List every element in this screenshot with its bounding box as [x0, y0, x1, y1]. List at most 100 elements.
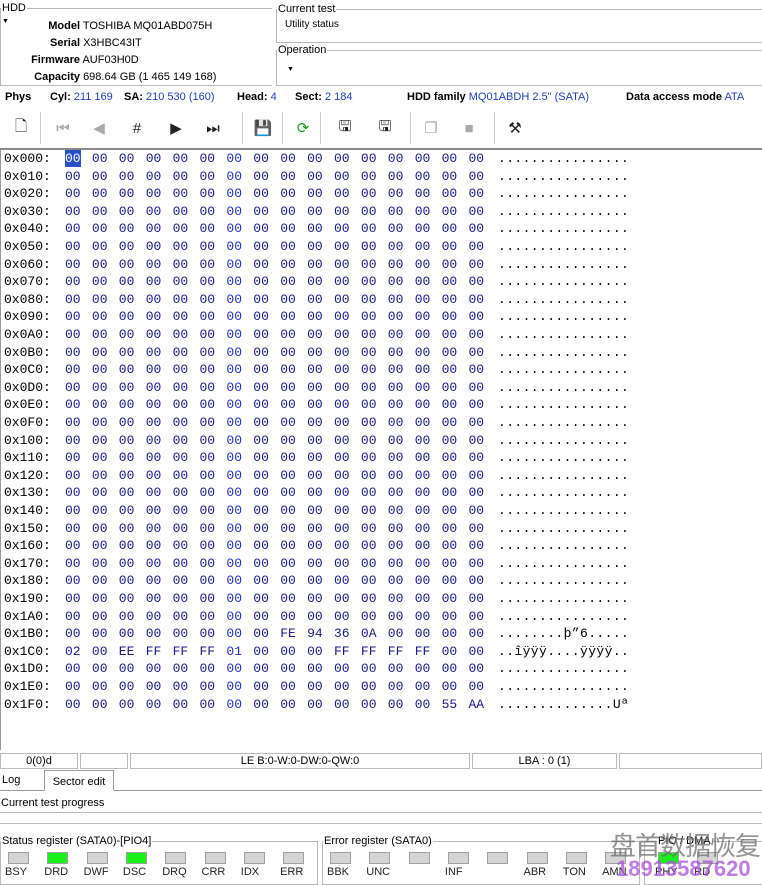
hex-byte[interactable]: 00: [146, 467, 162, 484]
ascii-column[interactable]: ................: [498, 185, 629, 202]
hex-byte[interactable]: 00: [442, 449, 458, 466]
hex-byte[interactable]: 00: [146, 590, 162, 607]
hex-byte[interactable]: 00: [361, 361, 377, 378]
hex-byte[interactable]: 00: [92, 625, 108, 642]
hex-byte[interactable]: 00: [334, 449, 350, 466]
hex-byte[interactable]: 00: [280, 361, 296, 378]
hex-byte[interactable]: 00: [388, 660, 404, 677]
hex-byte[interactable]: 00: [469, 449, 485, 466]
hex-byte[interactable]: 00: [119, 185, 135, 202]
ascii-column[interactable]: ................: [498, 326, 629, 343]
hex-byte[interactable]: 00: [65, 220, 81, 237]
hex-byte[interactable]: 00: [442, 467, 458, 484]
goto-sector-button[interactable]: #: [124, 112, 150, 144]
hex-byte[interactable]: 00: [388, 678, 404, 695]
hex-byte[interactable]: 00: [200, 696, 216, 713]
hex-byte[interactable]: 00: [200, 678, 216, 695]
hex-byte[interactable]: 00: [253, 203, 269, 220]
hex-byte[interactable]: 00: [469, 273, 485, 290]
hex-byte[interactable]: 00: [415, 608, 431, 625]
hex-byte[interactable]: 00: [173, 537, 189, 554]
hex-byte[interactable]: 00: [92, 643, 108, 660]
hex-byte[interactable]: 00: [469, 185, 485, 202]
hex-byte[interactable]: 00: [442, 256, 458, 273]
hex-byte[interactable]: 00: [442, 625, 458, 642]
hex-byte[interactable]: 00: [119, 537, 135, 554]
hex-byte[interactable]: 00: [146, 414, 162, 431]
hex-byte[interactable]: 02: [65, 643, 81, 660]
paste-button[interactable]: ■: [456, 112, 482, 144]
hex-byte[interactable]: 00: [415, 449, 431, 466]
hex-byte[interactable]: 00: [334, 326, 350, 343]
hex-byte[interactable]: 00: [361, 537, 377, 554]
hex-byte[interactable]: 00: [415, 238, 431, 255]
hex-byte[interactable]: 00: [469, 432, 485, 449]
hex-byte[interactable]: 00: [307, 590, 323, 607]
ascii-column[interactable]: ................: [498, 203, 629, 220]
hex-byte[interactable]: 00: [280, 185, 296, 202]
hex-byte[interactable]: 00: [173, 696, 189, 713]
hex-byte[interactable]: 00: [119, 326, 135, 343]
hex-byte[interactable]: 00: [388, 608, 404, 625]
hex-byte[interactable]: 00: [226, 220, 242, 237]
ascii-column[interactable]: ................: [498, 168, 629, 185]
hex-byte[interactable]: 00: [415, 344, 431, 361]
hex-byte[interactable]: 00: [65, 696, 81, 713]
hex-byte[interactable]: 00: [146, 256, 162, 273]
ascii-column[interactable]: ........þ”6.....: [498, 625, 629, 642]
hex-byte[interactable]: 00: [65, 273, 81, 290]
ascii-column[interactable]: ................: [498, 572, 629, 589]
hex-byte[interactable]: 00: [307, 238, 323, 255]
hex-byte[interactable]: 00: [307, 484, 323, 501]
hex-byte[interactable]: 00: [253, 308, 269, 325]
hex-byte[interactable]: 00: [442, 432, 458, 449]
hex-byte[interactable]: 00: [334, 344, 350, 361]
hex-byte[interactable]: 00: [200, 467, 216, 484]
hex-byte[interactable]: 00: [119, 520, 135, 537]
hex-byte[interactable]: 00: [307, 502, 323, 519]
hex-byte[interactable]: 00: [361, 273, 377, 290]
hex-byte[interactable]: 00: [253, 414, 269, 431]
tab-sector-edit[interactable]: Sector edit: [44, 770, 114, 791]
hex-byte[interactable]: 00: [388, 220, 404, 237]
hex-byte[interactable]: 00: [226, 256, 242, 273]
hex-byte[interactable]: 00: [65, 238, 81, 255]
hex-byte[interactable]: 00: [65, 291, 81, 308]
hex-byte[interactable]: 00: [307, 696, 323, 713]
hex-byte[interactable]: 00: [361, 396, 377, 413]
hex-byte[interactable]: 00: [173, 520, 189, 537]
hex-byte[interactable]: 00: [388, 273, 404, 290]
tab-log[interactable]: Log: [2, 772, 42, 790]
hex-byte[interactable]: 00: [415, 520, 431, 537]
hex-byte[interactable]: AA: [469, 696, 485, 713]
hex-byte[interactable]: 00: [469, 590, 485, 607]
hex-byte[interactable]: 00: [253, 396, 269, 413]
hex-byte[interactable]: 00: [119, 256, 135, 273]
hex-byte[interactable]: 00: [146, 520, 162, 537]
copy-button[interactable]: ❐: [418, 112, 444, 144]
hex-byte[interactable]: 00: [442, 308, 458, 325]
hex-byte[interactable]: 00: [334, 168, 350, 185]
hex-byte[interactable]: 00: [65, 256, 81, 273]
ascii-column[interactable]: ................: [498, 537, 629, 554]
hex-byte[interactable]: 00: [307, 449, 323, 466]
hex-byte[interactable]: 00: [280, 344, 296, 361]
hex-byte[interactable]: 00: [361, 220, 377, 237]
hex-byte[interactable]: 00: [334, 256, 350, 273]
hex-byte[interactable]: 00: [334, 379, 350, 396]
hex-byte[interactable]: 00: [92, 660, 108, 677]
hex-byte[interactable]: 00: [388, 467, 404, 484]
hex-byte[interactable]: 00: [92, 344, 108, 361]
hex-byte[interactable]: 00: [146, 150, 162, 167]
hex-byte[interactable]: 00: [226, 291, 242, 308]
ascii-column[interactable]: ................: [498, 555, 629, 572]
hex-byte[interactable]: 00: [119, 220, 135, 237]
hex-byte[interactable]: 00: [469, 344, 485, 361]
hex-byte[interactable]: 00: [146, 537, 162, 554]
hex-byte[interactable]: 00: [65, 625, 81, 642]
ascii-column[interactable]: ................: [498, 256, 629, 273]
save-button[interactable]: 💾: [250, 112, 276, 144]
hex-byte[interactable]: 00: [415, 379, 431, 396]
hex-byte[interactable]: 00: [442, 660, 458, 677]
hex-byte[interactable]: 00: [469, 555, 485, 572]
